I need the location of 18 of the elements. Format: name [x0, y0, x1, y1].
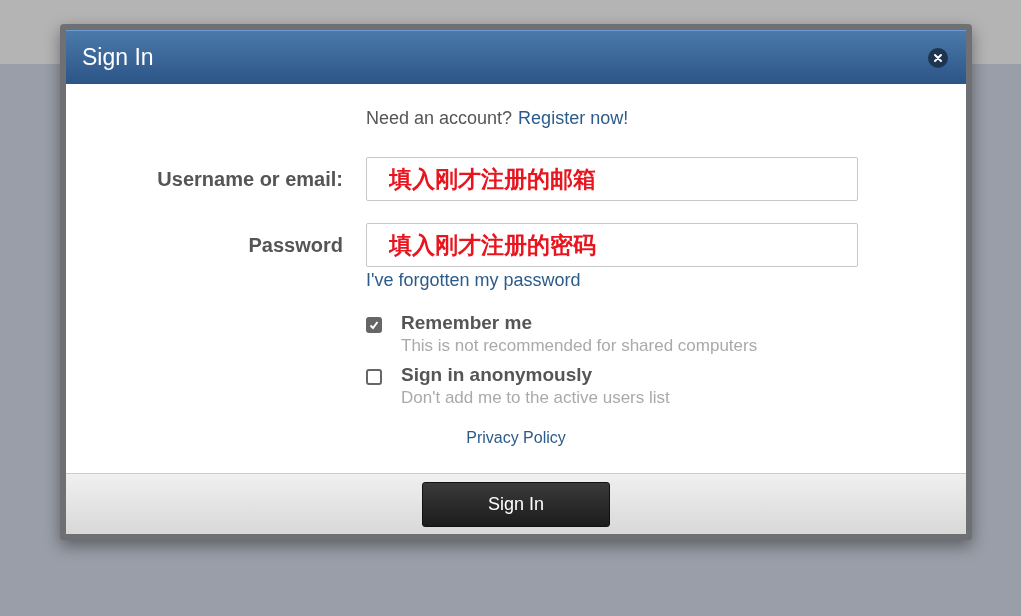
option-label: Remember me: [401, 311, 533, 335]
close-icon[interactable]: [928, 47, 948, 68]
field-label: Username or email:: [156, 167, 343, 192]
sign-in-button[interactable]: Sign In: [422, 481, 610, 527]
input-field[interactable]: 填入刚才注册的密码: [366, 223, 858, 267]
register-prompt: Need an account?: [366, 108, 513, 128]
checkmark-icon: [368, 319, 380, 331]
option-hint: This is not recommended for shared computers: [401, 335, 758, 357]
input-field[interactable]: 填入刚才注册的邮箱: [366, 157, 858, 201]
checkbox[interactable]: [366, 369, 382, 385]
option-label: Sign in anonymously: [401, 363, 594, 387]
option-hint: Don't add me to the active users list: [401, 387, 670, 409]
dialog-title: Sign In: [82, 44, 154, 71]
field-label: Password: [247, 233, 343, 258]
register-link[interactable]: Register now!: [518, 108, 629, 128]
checkbox[interactable]: [366, 317, 382, 333]
forgot-password-link[interactable]: I've forgotten my password: [366, 269, 581, 291]
privacy-policy-link[interactable]: Privacy Policy: [466, 429, 566, 446]
